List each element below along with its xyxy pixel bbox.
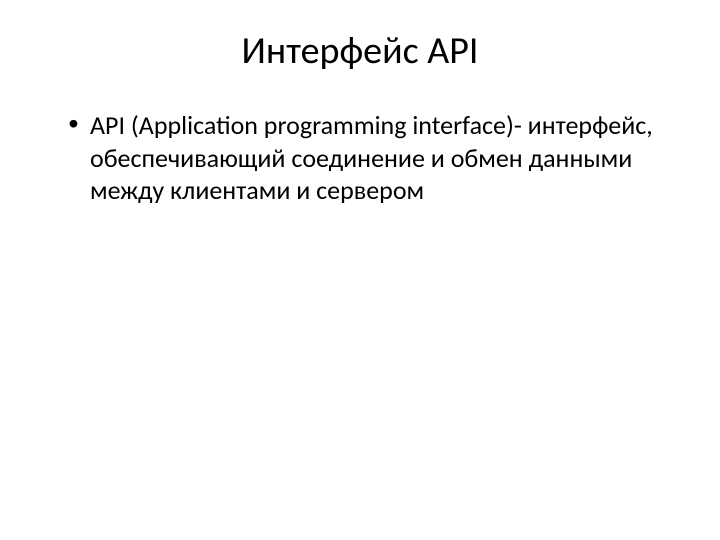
bullet-list: API (Application programming interface)-… [68,109,670,207]
slide-content: API (Application programming interface)-… [50,109,670,207]
bullet-item: API (Application programming interface)-… [68,109,670,207]
slide-title: Интерфейс API [50,28,670,74]
